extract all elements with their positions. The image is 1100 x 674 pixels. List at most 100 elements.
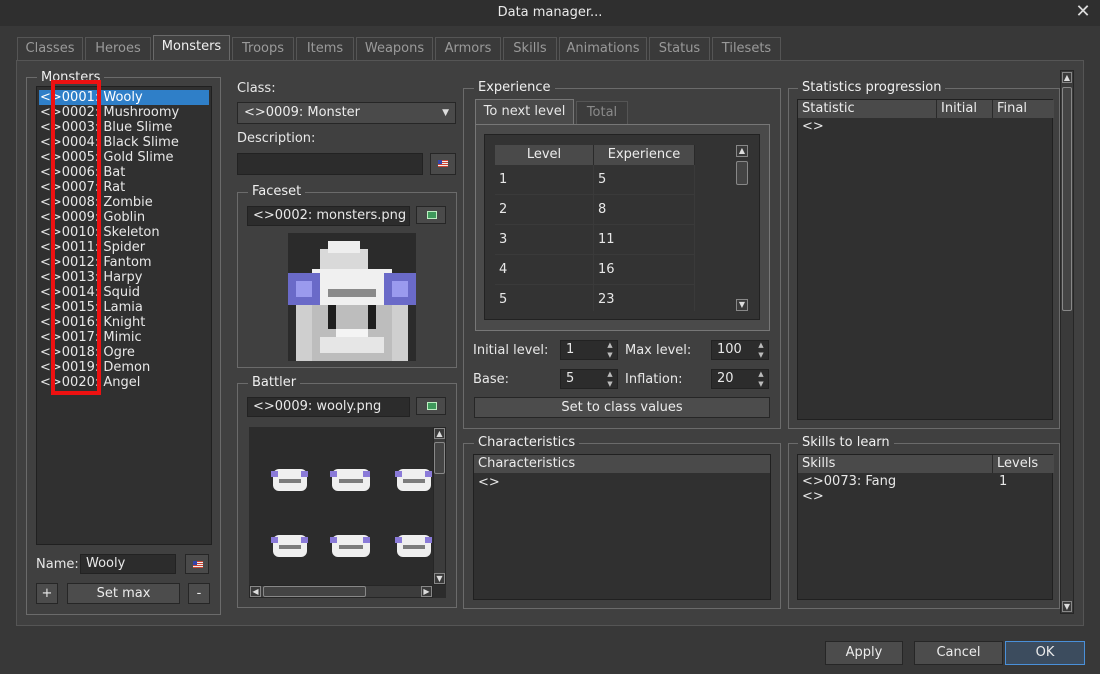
scroll-up-icon[interactable]: ▲ bbox=[736, 145, 748, 157]
faceset-file: <>0002: monsters.png bbox=[247, 206, 410, 226]
battler-frames-image bbox=[271, 469, 432, 557]
experience-table[interactable]: Level Experience 1 5 2 8 3 11 4 16 5 23 ▲ ▼ bbox=[484, 134, 760, 320]
highlight-box bbox=[51, 80, 101, 395]
spin-down-icon[interactable]: ▼ bbox=[755, 351, 767, 359]
experience-title: Experience bbox=[474, 80, 555, 96]
window-title: Data manager... bbox=[497, 5, 603, 20]
max-level-spinbox[interactable]: 100 ▲ ▼ bbox=[711, 340, 769, 360]
spin-up-icon[interactable]: ▲ bbox=[604, 370, 616, 378]
skill-level[interactable]: 1 bbox=[999, 474, 1007, 489]
skill-name[interactable]: <>0073: Fang bbox=[802, 474, 896, 489]
tab-armors[interactable]: Armors bbox=[435, 37, 501, 60]
battler-file: <>0009: wooly.png bbox=[247, 397, 410, 417]
experience-value-cell[interactable]: 8 bbox=[594, 195, 695, 225]
base-spinbox[interactable]: 5 ▲ ▼ bbox=[560, 369, 618, 389]
scroll-thumb[interactable] bbox=[1062, 87, 1072, 311]
flag-icon[interactable] bbox=[185, 554, 209, 574]
spin-down-icon[interactable]: ▼ bbox=[604, 380, 616, 388]
name-input[interactable]: Wooly bbox=[80, 554, 176, 574]
tab-status[interactable]: Status bbox=[649, 37, 710, 60]
monster-face-image bbox=[288, 241, 416, 361]
description-input[interactable] bbox=[237, 153, 423, 175]
image-picker-icon[interactable] bbox=[416, 397, 446, 415]
flag-icon[interactable] bbox=[430, 153, 456, 175]
class-select[interactable]: <>0009: Monster ▼ bbox=[237, 102, 456, 124]
experience-value-cell[interactable]: 11 bbox=[594, 225, 695, 255]
stats-table[interactable]: Statistic Initial Final <> bbox=[797, 99, 1054, 420]
tab-to-next-level[interactable]: To next level bbox=[475, 99, 574, 125]
skills-table[interactable]: Skills Levels <>0073: Fang 1 <> bbox=[797, 454, 1054, 600]
scroll-thumb[interactable] bbox=[736, 161, 748, 185]
tab-heroes[interactable]: Heroes bbox=[85, 37, 151, 60]
base-value: 5 bbox=[566, 371, 575, 386]
close-icon[interactable]: ✕ bbox=[1072, 2, 1094, 24]
chevron-down-icon: ▼ bbox=[442, 108, 449, 118]
final-column-header[interactable]: Final bbox=[993, 100, 1054, 118]
characteristics-row[interactable]: <> bbox=[478, 475, 500, 490]
scroll-down-icon[interactable]: ▼ bbox=[736, 299, 748, 311]
battler-hscroll[interactable]: ◀ ▶ bbox=[249, 585, 433, 598]
pane-vscroll[interactable]: ▲ ▼ bbox=[1060, 70, 1074, 614]
tab-weapons[interactable]: Weapons bbox=[356, 37, 433, 60]
set-max-button[interactable]: Set max bbox=[67, 583, 180, 604]
experience-column-header[interactable]: Experience bbox=[594, 145, 695, 165]
levels-column-header[interactable]: Levels bbox=[993, 455, 1054, 473]
battler-vscroll[interactable]: ▲ ▼ bbox=[433, 427, 446, 585]
initial-column-header[interactable]: Initial bbox=[937, 100, 993, 118]
set-to-class-values-button[interactable]: Set to class values bbox=[474, 397, 770, 418]
characteristics-table[interactable]: Characteristics <> bbox=[473, 454, 771, 600]
description-label: Description: bbox=[237, 131, 316, 146]
spin-up-icon[interactable]: ▲ bbox=[755, 370, 767, 378]
experience-value-cell[interactable]: 5 bbox=[594, 165, 695, 195]
image-picker-icon[interactable] bbox=[416, 206, 446, 224]
spin-up-icon[interactable]: ▲ bbox=[604, 341, 616, 349]
scroll-right-icon[interactable]: ▶ bbox=[421, 586, 432, 597]
experience-level-cell[interactable]: 4 bbox=[495, 255, 594, 285]
experience-vscroll[interactable]: ▲ ▼ bbox=[735, 145, 750, 311]
stats-row[interactable]: <> bbox=[802, 119, 824, 134]
apply-button[interactable]: Apply bbox=[825, 641, 903, 665]
scroll-thumb[interactable] bbox=[434, 442, 445, 474]
inflation-spinbox[interactable]: 20 ▲ ▼ bbox=[711, 369, 769, 389]
experience-value-cell[interactable]: 23 bbox=[594, 285, 695, 311]
characteristics-column-header[interactable]: Characteristics bbox=[474, 455, 770, 473]
tab-items[interactable]: Items bbox=[296, 37, 354, 60]
skills-column-header[interactable]: Skills bbox=[798, 455, 993, 473]
scroll-up-icon[interactable]: ▲ bbox=[1062, 72, 1072, 83]
initial-level-spinbox[interactable]: 1 ▲ ▼ bbox=[560, 340, 618, 360]
name-label: Name: bbox=[36, 557, 79, 572]
battler-preview: ▲ ▼ ◀ ▶ bbox=[249, 427, 446, 598]
experience-level-cell[interactable]: 5 bbox=[495, 285, 594, 311]
level-column-header[interactable]: Level bbox=[495, 145, 594, 165]
faceset-preview bbox=[288, 233, 416, 361]
experience-level-cell[interactable]: 1 bbox=[495, 165, 594, 195]
tab-monsters[interactable]: Monsters bbox=[153, 35, 230, 61]
scroll-left-icon[interactable]: ◀ bbox=[250, 586, 261, 597]
ok-button[interactable]: OK bbox=[1005, 641, 1085, 665]
skills-title: Skills to learn bbox=[798, 435, 894, 451]
remove-button[interactable]: - bbox=[188, 583, 210, 604]
spin-up-icon[interactable]: ▲ bbox=[755, 341, 767, 349]
max-level-label: Max level: bbox=[625, 343, 692, 358]
scroll-thumb[interactable] bbox=[263, 586, 366, 597]
tab-tilesets[interactable]: Tilesets bbox=[712, 37, 781, 60]
tab-animations[interactable]: Animations bbox=[559, 37, 647, 60]
tab-troops[interactable]: Troops bbox=[232, 37, 294, 60]
scroll-down-icon[interactable]: ▼ bbox=[1062, 601, 1072, 612]
inflation-value: 20 bbox=[717, 371, 734, 386]
scroll-down-icon[interactable]: ▼ bbox=[434, 573, 445, 584]
tab-skills[interactable]: Skills bbox=[503, 37, 557, 60]
cancel-button[interactable]: Cancel bbox=[914, 641, 1003, 665]
statistic-column-header[interactable]: Statistic bbox=[798, 100, 937, 118]
tab-classes[interactable]: Classes bbox=[17, 37, 83, 60]
experience-value-cell[interactable]: 16 bbox=[594, 255, 695, 285]
spin-down-icon[interactable]: ▼ bbox=[604, 351, 616, 359]
add-button[interactable]: + bbox=[36, 583, 58, 604]
skill-name[interactable]: <> bbox=[802, 489, 824, 504]
tab-total[interactable]: Total bbox=[576, 101, 628, 125]
experience-level-cell[interactable]: 3 bbox=[495, 225, 594, 255]
base-label: Base: bbox=[473, 372, 510, 387]
scroll-up-icon[interactable]: ▲ bbox=[434, 428, 445, 439]
experience-level-cell[interactable]: 2 bbox=[495, 195, 594, 225]
spin-down-icon[interactable]: ▼ bbox=[755, 380, 767, 388]
